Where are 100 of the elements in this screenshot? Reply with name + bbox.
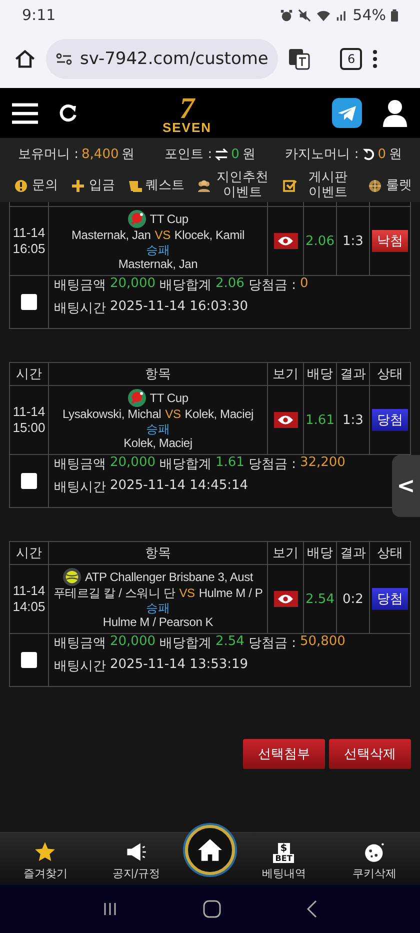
currency-unit: 원 xyxy=(388,146,402,163)
status-badge: 당첨 xyxy=(372,409,408,431)
eye-icon xyxy=(278,236,293,246)
mute-icon xyxy=(298,8,311,22)
view-button[interactable] xyxy=(274,591,298,607)
tennis-ball-icon xyxy=(62,568,81,586)
action-button[interactable]: 선택첨부 xyxy=(243,739,325,769)
user-icon[interactable] xyxy=(382,99,408,127)
team-name: Lysakowski, Michal xyxy=(62,407,162,422)
nav-item[interactable]: 쿠키삭제 xyxy=(332,833,417,885)
team-name: Kolek, Maciej xyxy=(184,407,254,422)
status-badge: 낙첨 xyxy=(372,230,408,252)
total-odds: 2.54 xyxy=(216,634,244,651)
exchange-icon xyxy=(215,148,228,160)
alert-icon xyxy=(14,179,28,193)
column-header: 보기 xyxy=(268,363,303,385)
column-header: 시간 xyxy=(10,542,48,564)
eye-icon xyxy=(278,594,293,604)
column-header: 상태 xyxy=(370,363,410,385)
paper-plane-icon[interactable] xyxy=(332,98,362,128)
market-type: 승패 xyxy=(146,242,170,258)
menu-link[interactable]: 문의 xyxy=(14,178,58,194)
match-time: 11-14 15:00 xyxy=(10,386,48,454)
bet-time: 2025-11-14 13:53:19 xyxy=(110,657,248,674)
odds-value: 1.61 xyxy=(304,386,336,454)
total-odds: 1.61 xyxy=(216,455,244,472)
league-name: ATP Challenger Brisbane 3, Aust xyxy=(84,570,254,585)
score-result: 1:3 xyxy=(337,207,369,275)
match-time: 11-14 14:05 xyxy=(10,565,48,633)
more-menu-icon[interactable] xyxy=(372,49,378,69)
alarm-icon xyxy=(280,8,293,22)
recent-apps-icon[interactable] xyxy=(102,901,118,917)
status-badge: 당첨 xyxy=(372,588,408,610)
column-header: 결과 xyxy=(337,542,369,564)
bet-amount: 20,000 xyxy=(110,455,156,472)
wheel-icon xyxy=(368,179,382,193)
menu-link[interactable]: 지인추천 이벤트 xyxy=(197,171,270,201)
wifi-icon xyxy=(316,8,331,22)
house-icon xyxy=(196,838,223,862)
market-type: 승패 xyxy=(146,422,170,436)
people-icon xyxy=(197,179,212,193)
translate-icon[interactable] xyxy=(288,48,310,70)
cookie-icon xyxy=(364,841,386,863)
refresh-icon[interactable] xyxy=(58,103,78,123)
league-name: TT Cup xyxy=(150,391,188,406)
ping-pong-icon xyxy=(128,210,146,228)
balance-label: 카지노머니 : xyxy=(285,146,359,163)
select-checkbox[interactable] xyxy=(21,294,37,310)
column-header: 결과 xyxy=(337,363,369,385)
menu-link[interactable]: 게시판 이벤트 xyxy=(282,171,356,201)
refresh-icon xyxy=(362,148,375,160)
view-button[interactable] xyxy=(274,412,298,428)
field-label: 당첨금 : xyxy=(248,456,296,473)
nav-item[interactable]: 공지/규정 xyxy=(94,833,178,885)
bet-time: 2025-11-14 16:03:30 xyxy=(110,299,248,316)
url-text: sv-7942.com/custome xyxy=(80,49,268,69)
field-label: 배팅금액 xyxy=(54,456,106,473)
site-settings-icon xyxy=(56,53,72,65)
league-name: TT Cup xyxy=(150,212,188,227)
field-label: 배팅시간 xyxy=(54,479,106,496)
field-label: 배당합계 xyxy=(160,277,212,294)
nav-item[interactable]: 즐겨찾기 xyxy=(3,833,88,885)
home-icon[interactable] xyxy=(14,48,36,70)
plus-icon xyxy=(70,179,85,193)
star-icon xyxy=(34,841,56,863)
balance-value: 8,400 xyxy=(82,146,119,162)
menu-link[interactable]: 퀘스트 xyxy=(128,178,184,194)
menu-link[interactable]: 룰렛 xyxy=(368,178,412,194)
ping-pong-icon xyxy=(128,389,146,408)
bet-amount: 20,000 xyxy=(110,276,156,293)
megaphone-icon xyxy=(125,841,148,863)
field-label: 배당합계 xyxy=(160,456,212,473)
field-label: 배팅금액 xyxy=(54,277,106,294)
field-label: 배팅시간 xyxy=(54,658,106,675)
action-button[interactable]: 선택삭제 xyxy=(329,739,411,769)
odds-value: 2.54 xyxy=(304,565,336,633)
balance-label: 포인트 : xyxy=(164,146,212,163)
field-label: 배팅금액 xyxy=(54,635,106,652)
home-icon[interactable] xyxy=(202,900,221,918)
home-button[interactable] xyxy=(184,825,235,875)
total-odds: 2.06 xyxy=(216,276,244,293)
nav-item[interactable]: $ BET 베팅내역 xyxy=(242,833,326,885)
menu-icon[interactable] xyxy=(12,102,38,124)
checkbox-icon xyxy=(282,179,297,193)
view-button[interactable] xyxy=(274,233,298,249)
select-checkbox[interactable] xyxy=(21,652,37,668)
clock-time: 9:11 xyxy=(22,6,56,24)
column-header: 보기 xyxy=(268,542,303,564)
menu-link[interactable]: 입금 xyxy=(70,178,115,194)
back-icon[interactable] xyxy=(306,900,318,918)
balance-label: 보유머니 : xyxy=(18,146,79,163)
side-panel-toggle[interactable]: < xyxy=(392,455,420,517)
bet-time: 2025-11-14 14:45:14 xyxy=(110,478,248,495)
column-header: 항목 xyxy=(49,542,267,564)
bet-pick: Masternak, Jan xyxy=(118,257,198,272)
field-label: 당첨금 : xyxy=(248,277,296,294)
battery-icon xyxy=(391,8,398,22)
tab-count-button[interactable]: 6 xyxy=(340,48,362,70)
select-checkbox[interactable] xyxy=(21,473,37,489)
address-bar[interactable]: sv-7942.com/custome xyxy=(46,39,278,79)
